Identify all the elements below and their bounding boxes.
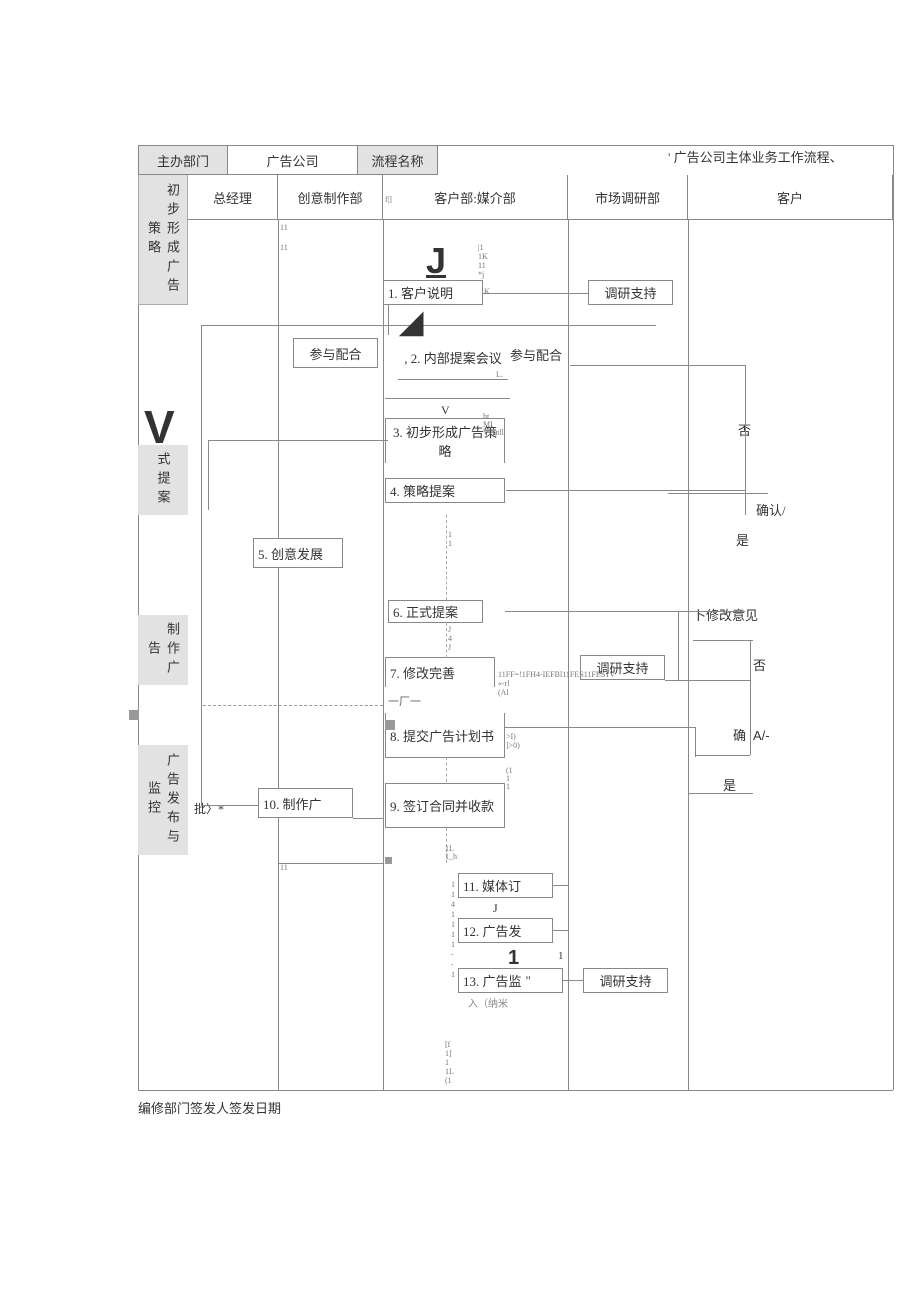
header-dept-label: 主办部门 [138, 145, 228, 175]
phase-proposal: 式提案 [138, 445, 188, 515]
small-j: J [493, 901, 498, 916]
approve-label: 批〉* [194, 800, 224, 817]
step-2: , 2. 内部提案会议 [398, 335, 508, 380]
noise: 11 [280, 223, 288, 232]
revise-opinion: 卜修改意见 [693, 605, 758, 624]
page: 主办部门 广告公司 流程名称 ' 广告公司主体业务工作流程、 总经理 创意制作部… [0, 0, 920, 1303]
footer-text: 编修部门签发人签发日期 [138, 1098, 281, 1117]
research-1: 调研支持 [588, 280, 673, 305]
yes-2: 是 [723, 775, 736, 794]
header-dept-value: 广告公司 [228, 145, 358, 175]
decor-sq-9 [385, 857, 392, 864]
col-gm: 总经理 [188, 175, 278, 220]
noise: [f 1] 1 1L (1 [445, 1040, 454, 1085]
header-flow-label: 流程名称 [358, 145, 438, 175]
step-12: 12. 广告发 [458, 918, 553, 943]
noise: 11 [280, 243, 288, 252]
step-11: 11. 媒体订 [458, 873, 553, 898]
noise: L. [496, 370, 503, 379]
step-1: 1. 客户说明 [383, 280, 483, 305]
confirm-label: 确认/ [756, 500, 786, 519]
noise: ht MI VIJ)tll [483, 413, 504, 437]
que: 确 [733, 725, 746, 744]
step-6: 6. 正式提案 [388, 600, 483, 623]
noise: 11 [280, 863, 288, 872]
noise: K [484, 287, 490, 296]
decor-square-left [129, 710, 139, 720]
step-7: 7. 修改完善 [385, 657, 495, 687]
decor-sq-8 [385, 720, 395, 730]
phase-publish: 广告发布与监控 [138, 745, 188, 855]
noise: 11FF=!1FH4-IEFBl11FES11FES1V «-rl (Al [498, 670, 615, 697]
research-3: 调研支持 [583, 968, 668, 993]
av: A/- [753, 728, 770, 743]
one-right: 1 [558, 950, 564, 962]
end-label: 入（纳米 [468, 995, 508, 1010]
col-customer: 客户 [688, 175, 893, 220]
noise: f|] [385, 195, 392, 204]
step-13: 13. 广告监" [458, 968, 563, 993]
step-10: 10. 制作广 [258, 788, 353, 818]
col-client-media: 客户部:媒介部 [383, 175, 568, 220]
col-research: 市场调研部 [568, 175, 688, 220]
big-j: J [426, 240, 446, 282]
participate-right: 参与配合 [510, 345, 562, 364]
noise: 1L 1_h [445, 845, 457, 861]
small-v: V [441, 403, 450, 418]
header-flow-value: ' 广告公司主体业务工作流程、 [668, 147, 843, 166]
noise: (1 1 1 [506, 767, 513, 791]
step-8: 8. 提交广告计划书 [385, 713, 505, 758]
step-5: 5. 创意发展 [253, 538, 343, 568]
participate-left: 参与配合 [293, 338, 378, 368]
phase-make: 制作广告 [138, 615, 188, 685]
flow-diagram: 主办部门 广告公司 流程名称 ' 广告公司主体业务工作流程、 总经理 创意制作部… [138, 145, 893, 1093]
noise: >I) ]>0) [506, 732, 520, 750]
step-4: 4. 策略提案 [385, 478, 505, 503]
step-9: 9. 签订合同并收款 [385, 783, 505, 828]
yes-1: 是 [736, 530, 749, 549]
noise: J 4 J [448, 625, 452, 652]
noise: |1 1K 11 *j [478, 243, 488, 279]
phase-prelim: 初步形成广告策略 [138, 175, 188, 305]
col-creative: 创意制作部 [278, 175, 383, 220]
noise: 1 1 4 1 1 1 1 - - 1 [451, 880, 455, 980]
no-2: 否 [753, 655, 766, 674]
arrow-1: 1 [508, 947, 519, 970]
arrow-glyph: ◢ [400, 305, 423, 340]
dash3: 一厂一 [388, 693, 421, 709]
noise: 1 1 [448, 530, 452, 548]
